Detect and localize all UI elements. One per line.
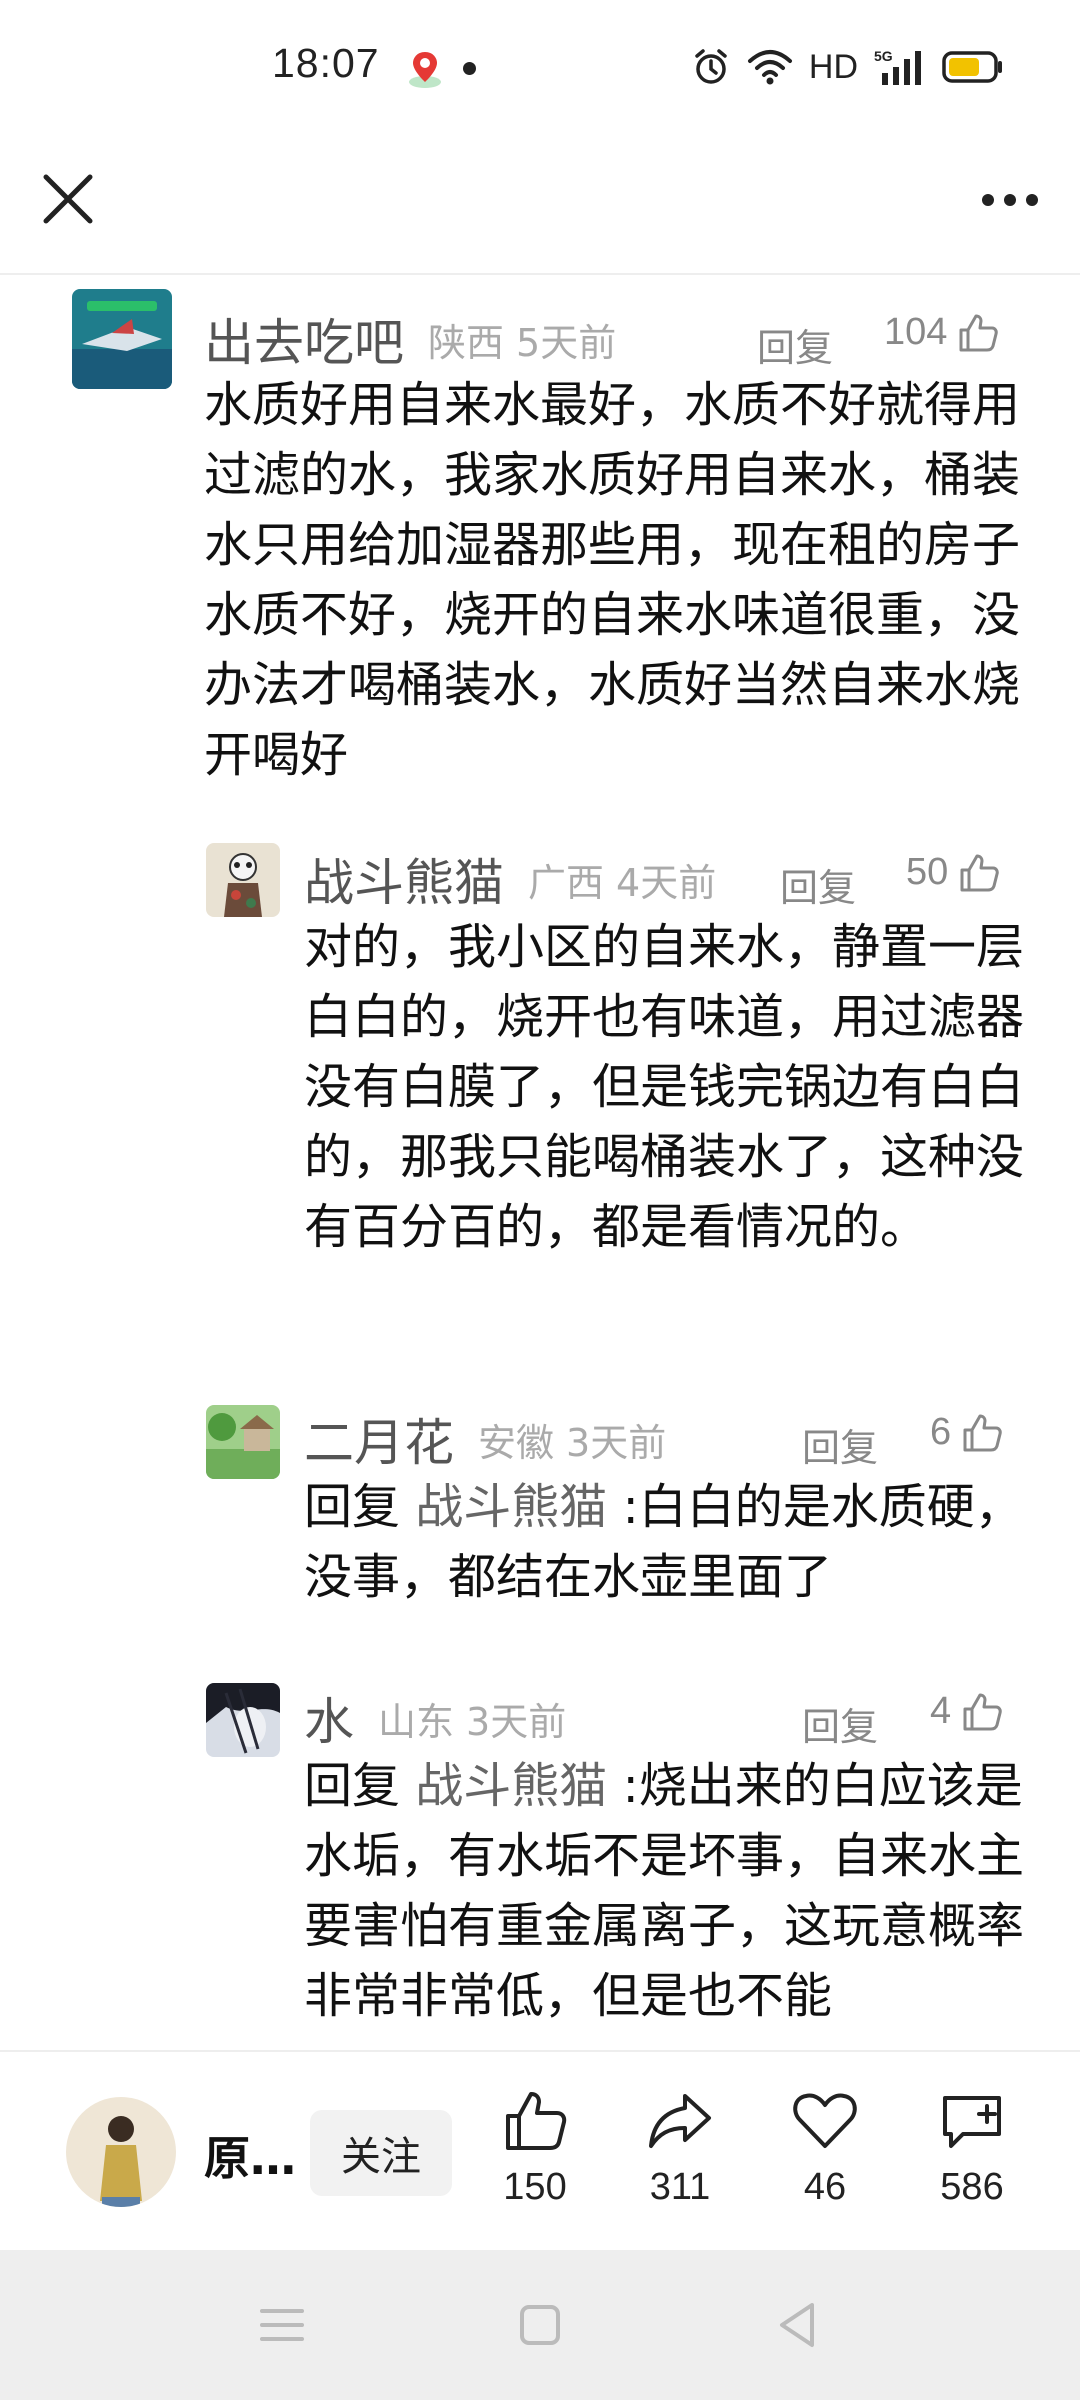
reply-prefix: 回复 xyxy=(304,1758,401,1814)
comment-meta: 战斗熊猫 广西 4天前 xyxy=(304,844,716,914)
home-square-icon xyxy=(520,2305,560,2345)
close-button[interactable] xyxy=(32,163,104,235)
home-nav-button[interactable] xyxy=(510,2295,570,2355)
comment-meta: 出去吃吧 陕西 5天前 xyxy=(204,304,616,374)
comment-text: 回复 战斗熊猫 :白白的是水质硬，没事，都结在水壶里面了 xyxy=(304,1472,1024,1612)
wifi-icon xyxy=(747,50,792,85)
comment-meta: 二月花 安徽 3天前 xyxy=(304,1404,666,1474)
thumbs-up-icon xyxy=(963,1693,1002,1730)
avatar[interactable] xyxy=(72,289,172,389)
reply-button[interactable]: 回复 xyxy=(802,1696,878,1751)
map-app-icon xyxy=(404,48,446,90)
notification-dot xyxy=(463,62,476,75)
like-count: 6 xyxy=(930,1411,952,1453)
comment-action[interactable]: 586 xyxy=(912,2088,1032,2209)
comment-location: 山东 xyxy=(378,1699,455,1744)
comment-time: 3天前 xyxy=(566,1420,667,1465)
svg-text:5G: 5G xyxy=(874,48,893,64)
comment-list[interactable]: 出去吃吧 陕西 5天前 回复 104 水质好用自来水最好，水质不好就得用过滤的水… xyxy=(0,277,1080,2050)
like-action[interactable]: 150 xyxy=(475,2088,595,2209)
back-nav-button[interactable] xyxy=(768,2295,828,2355)
comment-time: 5天前 xyxy=(516,320,617,365)
comment-time: 3天前 xyxy=(466,1699,567,1744)
comment-text: 对的，我小区的自来水，静置一层白白的，烧开也有味道，用过滤器没有白膜了，但是钱完… xyxy=(304,919,1025,1255)
battery-icon xyxy=(942,51,1002,83)
like-count: 104 xyxy=(884,311,948,353)
comment-count: 586 xyxy=(940,2166,1004,2208)
comment-username[interactable]: 战斗熊猫 xyxy=(304,843,504,915)
like-count: 150 xyxy=(503,2166,567,2208)
like-button[interactable]: 50 xyxy=(906,851,1000,894)
thumbs-up-icon xyxy=(963,1414,1002,1451)
follow-button[interactable]: 关注 xyxy=(310,2110,452,2196)
comment-username[interactable]: 出去吃吧 xyxy=(204,303,404,375)
more-icon-dot xyxy=(982,194,994,206)
heart-icon xyxy=(793,2093,857,2148)
mention-link[interactable]: 战斗熊猫 xyxy=(415,1758,607,1814)
network-type-label: HD xyxy=(808,47,858,86)
more-options-button[interactable] xyxy=(970,165,1050,235)
reply-text: :烧出来的白应该是水垢，有水垢不是坏事，自来水主要害怕有重金属离子，这玩意概率非… xyxy=(304,1758,1025,2024)
avatar[interactable] xyxy=(206,843,280,917)
thumbs-up-icon xyxy=(959,314,999,351)
comment-meta: 水 山东 3天前 xyxy=(304,1683,566,1753)
like-button[interactable]: 4 xyxy=(930,1690,1003,1733)
favorite-action[interactable]: 46 xyxy=(765,2088,885,2209)
reply-prefix: 回复 xyxy=(304,1479,401,1535)
share-icon xyxy=(649,2094,711,2148)
comment-text: 水质好用自来水最好，水质不好就得用过滤的水，我家水质好用自来水，桶装水只用给加湿… xyxy=(204,377,1021,783)
like-button[interactable]: 6 xyxy=(930,1411,1003,1454)
reply-text: :白白的是水质硬，没事，都结在水壶里面了 xyxy=(304,1479,1023,1605)
more-icon-dot xyxy=(1004,194,1016,206)
menu-nav-button[interactable] xyxy=(252,2295,312,2355)
avatar[interactable] xyxy=(206,1683,280,1757)
like-button[interactable]: 104 xyxy=(884,311,999,354)
comment-location: 安徽 xyxy=(478,1420,555,1465)
signal-icon: 5G xyxy=(874,48,921,85)
back-triangle-icon xyxy=(780,2303,814,2347)
reply-button[interactable]: 回复 xyxy=(802,1417,878,1472)
author-avatar[interactable] xyxy=(66,2097,176,2207)
alarm-icon xyxy=(695,49,727,84)
comment-text: 回复 战斗熊猫 :烧出来的白应该是水垢，有水垢不是坏事，自来水主要害怕有重金属离… xyxy=(304,1751,1024,2031)
comment-location: 广西 xyxy=(528,860,605,905)
comment-add-icon xyxy=(943,2096,1001,2148)
close-icon xyxy=(43,174,93,224)
reply-button[interactable]: 回复 xyxy=(757,317,833,372)
thumbs-up-icon xyxy=(960,854,1000,891)
like-count: 50 xyxy=(906,851,949,893)
comment-username[interactable]: 水 xyxy=(304,1682,354,1754)
mention-link[interactable]: 战斗熊猫 xyxy=(415,1479,607,1535)
system-nav-bar xyxy=(0,2250,1080,2400)
avatar[interactable] xyxy=(206,1405,280,1479)
thumbs-up-icon xyxy=(506,2092,567,2150)
top-bar xyxy=(0,135,1080,275)
bottom-action-bar: 原… 关注 150 311 46 586 xyxy=(0,2050,1080,2250)
favorite-count: 46 xyxy=(803,2166,847,2208)
status-bar: 18:07 HD 5G xyxy=(0,0,1080,135)
comment-username[interactable]: 二月花 xyxy=(304,1403,454,1475)
share-count: 311 xyxy=(649,2166,711,2208)
status-icons: HD 5G xyxy=(691,42,1004,92)
like-count: 4 xyxy=(930,1690,952,1732)
status-time: 18:07 xyxy=(272,40,380,86)
comment-time: 4天前 xyxy=(616,860,717,905)
author-name[interactable]: 原… xyxy=(204,2122,296,2188)
share-action[interactable]: 311 xyxy=(620,2088,740,2209)
more-icon-dot xyxy=(1026,194,1038,206)
menu-icon xyxy=(260,2309,304,2341)
comment-location: 陕西 xyxy=(428,320,505,365)
reply-button[interactable]: 回复 xyxy=(780,857,856,912)
